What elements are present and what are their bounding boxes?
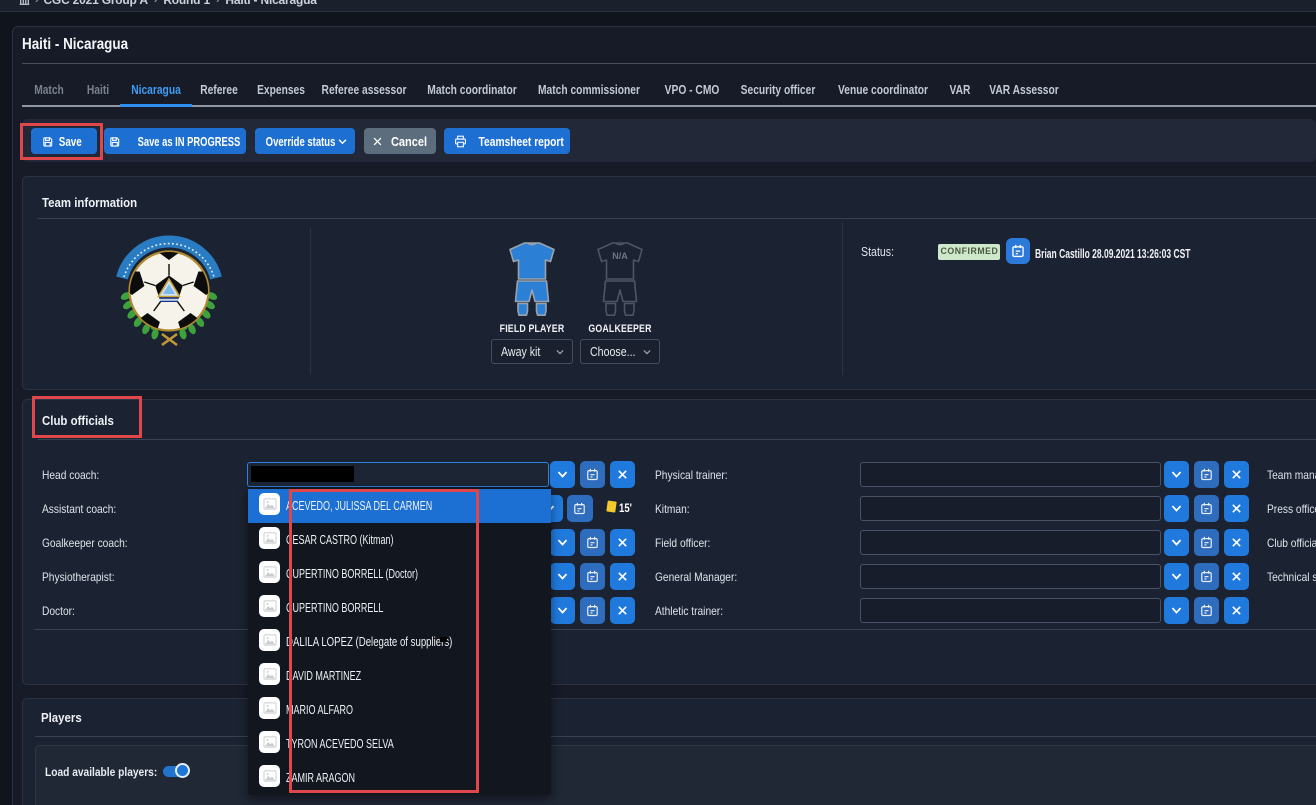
svg-text:N/A: N/A: [612, 251, 628, 261]
